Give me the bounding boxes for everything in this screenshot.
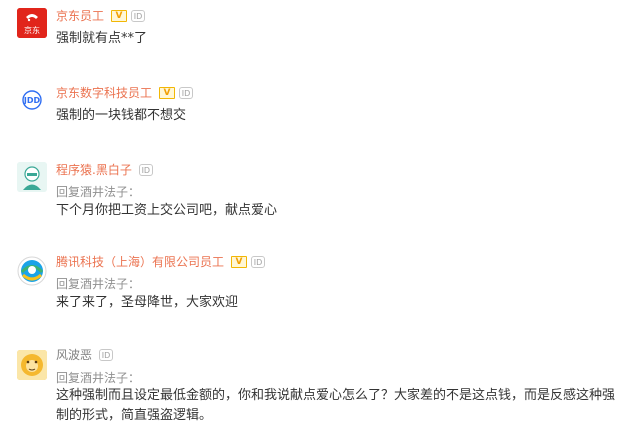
id-badge-icon: ID [179,87,194,99]
avatar[interactable]: 京东 [17,8,47,38]
jdd-logo-icon: JDD [17,86,47,116]
comment-text: 强制的一块钱都不想交 [56,108,187,123]
comment-text: 这种强制而且设定最低金额的，你和我说献点爱心怎么了？大家差的不是这点钱，而是反感… [56,388,616,423]
tencent-logo-icon [17,256,47,286]
username-link[interactable]: 程序猿.黑白子 [56,162,132,178]
comment-text: 来了来了，圣母降世，大家欢迎 [56,295,239,310]
avatar[interactable] [17,256,47,286]
reply-to-label[interactable]: 回复酒井法子： [56,184,140,200]
avatar[interactable] [17,162,47,192]
username-link[interactable]: 风波恶 [56,347,92,363]
comment-text: 下个月你把工资上交公司吧，献点爱心 [56,203,278,218]
username-link[interactable]: 京东员工 [56,8,104,24]
verified-badge-icon: V [231,256,248,268]
avatar[interactable]: JDD [17,86,47,116]
verified-badge-icon: V [159,87,176,99]
id-badge-icon: ID [251,256,266,268]
avatar-logo-text: JDD [23,96,41,105]
programmer-avatar-icon [17,162,47,192]
id-badge-icon: ID [138,164,153,176]
avatar-logo-text: 京东 [24,25,40,35]
avatar[interactable] [17,350,47,380]
cartoon-avatar-icon [17,350,47,380]
verified-badge-icon: V [111,10,128,22]
username-link[interactable]: 京东数字科技员工 [56,85,152,101]
id-badge-icon: ID [131,10,146,22]
comment-text: 强制就有点**了 [56,31,148,46]
reply-to-label[interactable]: 回复酒井法子： [56,370,140,386]
username-link[interactable]: 腾讯科技（上海）有限公司员工 [56,254,224,270]
reply-to-label[interactable]: 回复酒井法子： [56,276,140,292]
id-badge-icon: ID [99,349,114,361]
jd-logo-icon: 京东 [17,8,47,38]
